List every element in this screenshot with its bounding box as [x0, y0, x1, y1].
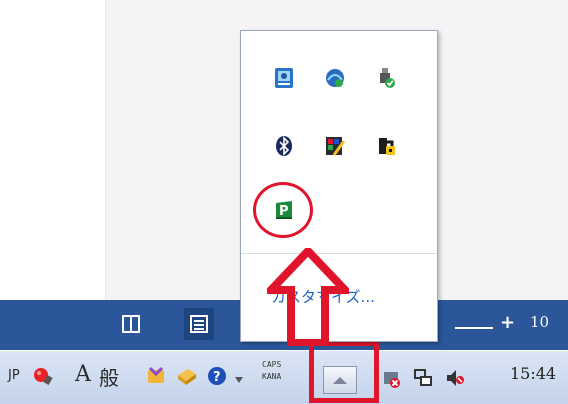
ime-pad-icon[interactable]: [32, 365, 54, 387]
network-error-icon[interactable]: [380, 368, 402, 390]
security-lock-icon[interactable]: [375, 135, 397, 157]
ime-language-indicator[interactable]: JP: [8, 368, 20, 383]
help-icon[interactable]: ?: [206, 365, 228, 387]
ime-dictionary-icon[interactable]: [176, 365, 198, 387]
red-up-arrow-icon: [267, 248, 349, 346]
taskbar-clock[interactable]: 15:44: [510, 364, 556, 383]
print-layout-button[interactable]: [184, 308, 214, 340]
document-left-margin: [0, 0, 106, 300]
ime-tool-icon[interactable]: [146, 365, 168, 387]
icon-highlight-circle: [253, 182, 313, 238]
ime-options-arrow-icon[interactable]: [234, 375, 244, 385]
svg-text:?: ?: [213, 370, 221, 385]
ime-input-mode[interactable]: A: [75, 362, 91, 387]
network-connection-icon[interactable]: [412, 367, 434, 389]
read-mode-icon: [122, 315, 140, 333]
button-highlight-box: [309, 341, 379, 403]
network-app-icon[interactable]: [324, 67, 346, 89]
caps-kana-indicator: CAPS KANA: [262, 359, 281, 383]
usb-safely-remove-icon[interactable]: [375, 67, 397, 89]
zoom-slider-track[interactable]: [455, 327, 493, 329]
bluetooth-icon[interactable]: [273, 135, 295, 157]
volume-muted-icon[interactable]: [444, 367, 466, 389]
kana-label: KANA: [262, 372, 282, 381]
zoom-in-button[interactable]: +: [500, 312, 515, 333]
ime-conversion-mode[interactable]: 般: [99, 362, 119, 391]
network-globe-icon[interactable]: [273, 67, 295, 89]
zoom-level[interactable]: 10: [530, 313, 549, 331]
taskbar: JP A 般 ? CAPS KANA 15:44: [0, 350, 568, 404]
read-mode-button[interactable]: [116, 308, 146, 340]
caps-label: CAPS: [262, 360, 282, 369]
graphics-palette-icon[interactable]: [324, 135, 346, 157]
print-layout-icon: [190, 315, 208, 333]
